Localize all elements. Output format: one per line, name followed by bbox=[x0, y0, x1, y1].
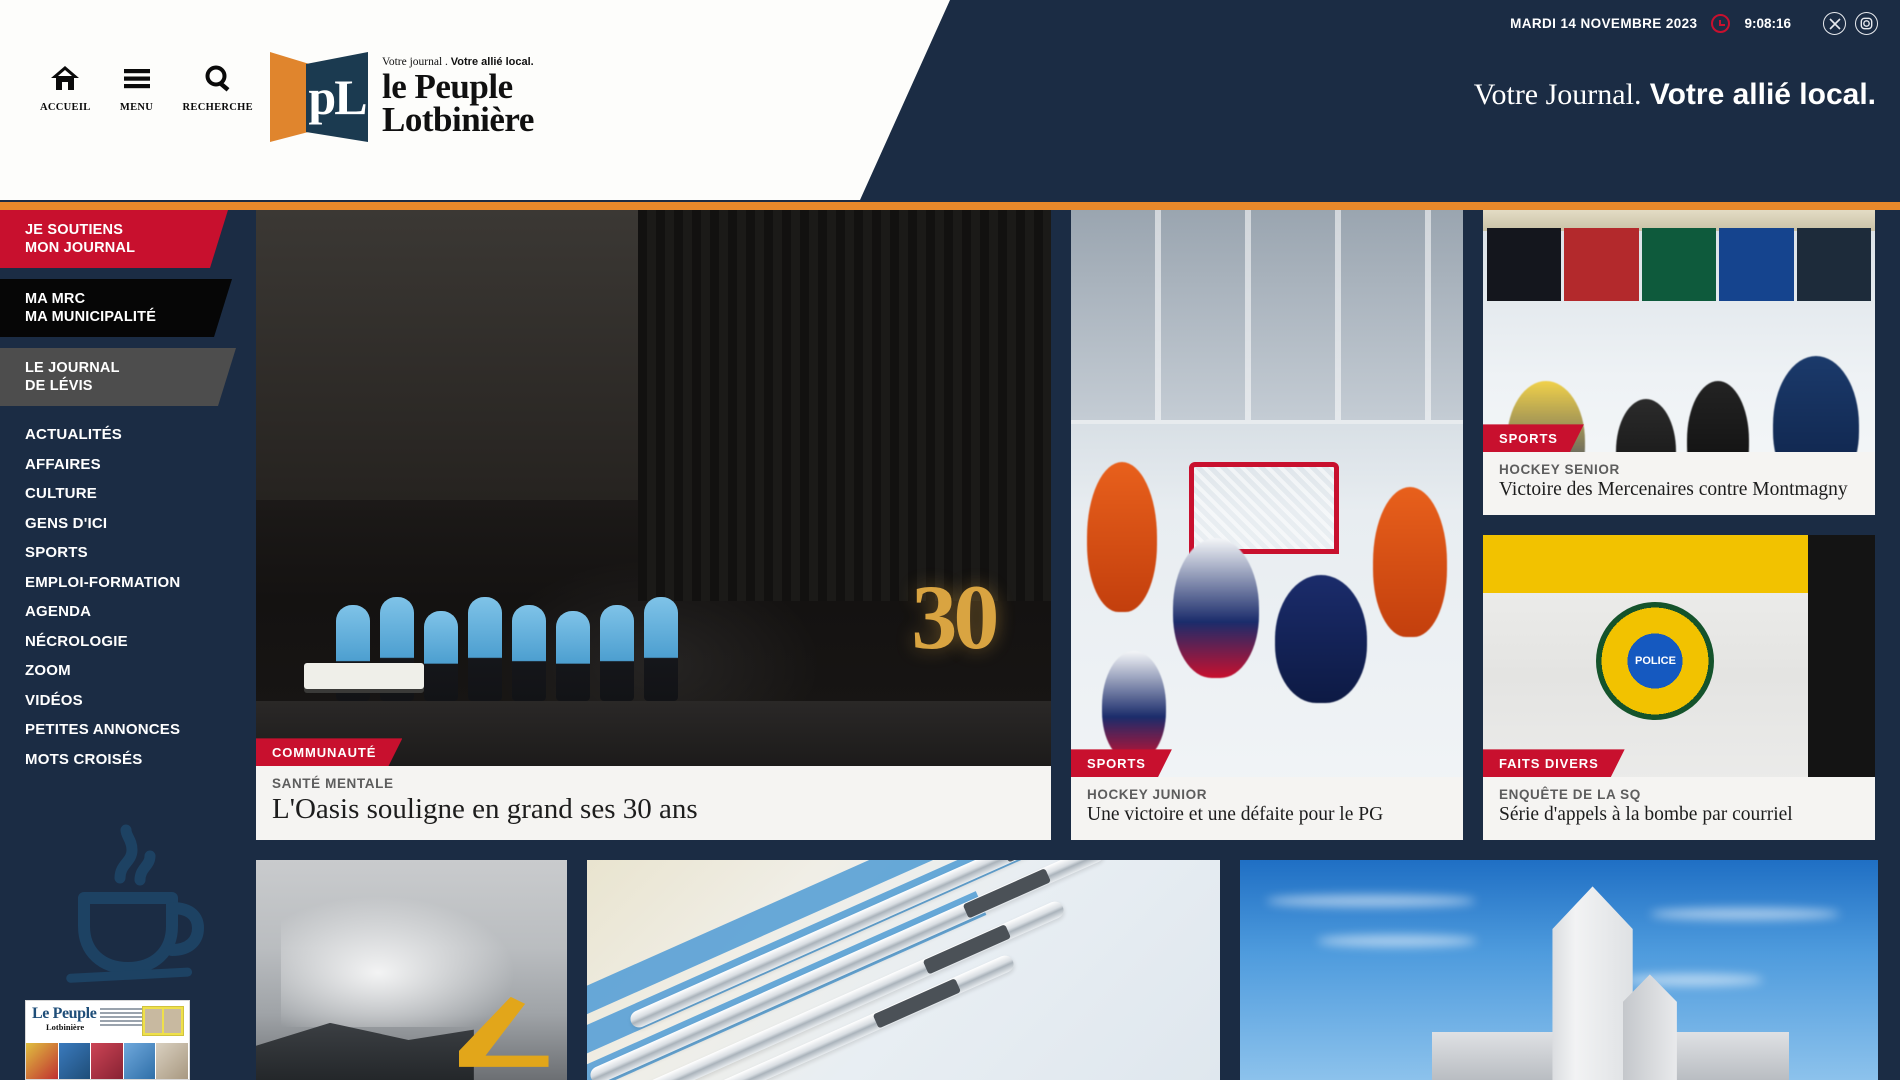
article-grid: 30 COMMUNAUTÉ SANTÉ MENTALE L'Oasis soul… bbox=[248, 210, 1900, 1080]
nav-menu[interactable]: MENU bbox=[117, 58, 157, 113]
right-top-kicker: HOCKEY SENIOR bbox=[1499, 462, 1620, 478]
current-date: MARDI 14 NOVEMBRE 2023 bbox=[1510, 16, 1698, 31]
sidebar-item-mots-croises[interactable]: MOTS CROISÉS bbox=[25, 745, 248, 775]
clock-icon bbox=[1711, 14, 1731, 33]
sidebar-promo-journal-de-levis[interactable]: LE JOURNAL DE LÉVIS bbox=[0, 348, 236, 406]
header-nav-icons: ACCUEIL MENU RECHERCHE bbox=[40, 58, 253, 113]
paper-thumb-text-lines bbox=[100, 1008, 148, 1028]
mid-photo bbox=[1071, 210, 1463, 840]
hamburger-menu-icon bbox=[117, 58, 157, 98]
promo-1-line1: JE SOUTIENS bbox=[25, 221, 124, 238]
current-time: 9:08:16 bbox=[1744, 16, 1791, 31]
nav-accueil-label: ACCUEIL bbox=[40, 102, 91, 113]
right-top-badge: SPORTS bbox=[1483, 424, 1584, 452]
x-twitter-icon[interactable] bbox=[1823, 12, 1846, 35]
sidebar-promo-je-soutiens[interactable]: JE SOUTIENS MON JOURNAL bbox=[0, 210, 228, 268]
mid-kicker: HOCKEY JUNIOR bbox=[1087, 787, 1208, 803]
header-slogan-bold: Votre allié local. bbox=[1649, 78, 1876, 111]
sidebar-item-zoom[interactable]: ZOOM bbox=[25, 656, 248, 686]
bottom-3-photo bbox=[1240, 860, 1879, 1080]
logo-monogram: pL bbox=[308, 69, 367, 125]
header-right-panel: MARDI 14 NOVEMBRE 2023 9:08:16 Votre Jou… bbox=[1200, 0, 1900, 200]
logo-title-line2: Lotbinière bbox=[382, 100, 534, 140]
mid-caption: SPORTS HOCKEY JUNIOR Une victoire et une… bbox=[1071, 777, 1463, 840]
sidebar-item-sports[interactable]: SPORTS bbox=[25, 538, 248, 568]
sidebar-item-necrologie[interactable]: NÉCROLOGIE bbox=[25, 627, 248, 657]
promo-2-line1: MA MRC bbox=[25, 290, 86, 307]
home-icon bbox=[45, 58, 85, 98]
right-bottom-kicker: ENQUÊTE DE LA SQ bbox=[1499, 787, 1641, 803]
nav-recherche[interactable]: RECHERCHE bbox=[183, 58, 253, 113]
site-logo[interactable]: pL Votre journal . Votre allié local. le… bbox=[270, 52, 534, 142]
header-slogan-thin: Votre Journal. bbox=[1473, 78, 1642, 111]
social-links bbox=[1823, 12, 1878, 35]
right-bottom-headline: Série d'appels à la bombe par courriel bbox=[1499, 804, 1793, 826]
sidebar: JE SOUTIENS MON JOURNAL MA MRC MA MUNICI… bbox=[0, 210, 248, 1080]
sidebar-item-affaires[interactable]: AFFAIRES bbox=[25, 450, 248, 480]
right-column: SPORTS HOCKEY SENIOR Victoire des Mercen… bbox=[1483, 210, 1875, 840]
logo-mark-icon: pL bbox=[270, 52, 370, 142]
logo-title-line1: le Peuple bbox=[382, 67, 513, 106]
article-card-feature[interactable]: 30 COMMUNAUTÉ SANTÉ MENTALE L'Oasis soul… bbox=[256, 210, 1051, 840]
feature-badge: COMMUNAUTÉ bbox=[256, 738, 402, 766]
promo-3-line2: DE LÉVIS bbox=[25, 378, 93, 394]
right-bottom-caption: FAITS DIVERS ENQUÊTE DE LA SQ Série d'ap… bbox=[1483, 777, 1875, 840]
paper-thumb-photos bbox=[26, 1043, 189, 1079]
sidebar-item-culture[interactable]: CULTURE bbox=[25, 479, 248, 509]
feature-headline: L'Oasis souligne en grand ses 30 ans bbox=[272, 793, 698, 826]
right-top-headline: Victoire des Mercenaires contre Montmagn… bbox=[1499, 479, 1848, 501]
paper-thumb-ad bbox=[142, 1006, 184, 1036]
article-card-bottom-3[interactable] bbox=[1240, 860, 1879, 1080]
instagram-icon[interactable] bbox=[1855, 12, 1878, 35]
article-card-mid[interactable]: SPORTS HOCKEY JUNIOR Une victoire et une… bbox=[1071, 210, 1463, 840]
logo-wordmark: le Peuple Lotbinière bbox=[382, 67, 534, 140]
nav-accueil[interactable]: ACCUEIL bbox=[40, 58, 91, 113]
page-body: JE SOUTIENS MON JOURNAL MA MRC MA MUNICI… bbox=[0, 210, 1900, 1080]
feature-column: 30 COMMUNAUTÉ SANTÉ MENTALE L'Oasis soul… bbox=[256, 210, 1051, 840]
mid-column: SPORTS HOCKEY JUNIOR Une victoire et une… bbox=[1071, 210, 1463, 840]
promo-1-line2: MON JOURNAL bbox=[25, 240, 136, 256]
search-icon bbox=[198, 58, 238, 98]
sidebar-item-agenda[interactable]: AGENDA bbox=[25, 597, 248, 627]
right-top-caption: SPORTS HOCKEY SENIOR Victoire des Mercen… bbox=[1483, 452, 1875, 515]
article-row-top: 30 COMMUNAUTÉ SANTÉ MENTALE L'Oasis soul… bbox=[256, 210, 1878, 840]
mid-badge: SPORTS bbox=[1071, 749, 1172, 777]
site-header: ACCUEIL MENU RECHERCHE pL Votre journal … bbox=[0, 0, 1900, 210]
article-card-bottom-2[interactable] bbox=[587, 860, 1221, 1080]
sidebar-item-actualites[interactable]: ACTUALITÉS bbox=[25, 420, 248, 450]
article-row-bottom bbox=[256, 860, 1879, 1080]
header-slogan: Votre Journal. Votre allié local. bbox=[1474, 78, 1876, 112]
sidebar-item-gens-dici[interactable]: GENS D'ICI bbox=[25, 509, 248, 539]
feature-photo-balloons: 30 bbox=[911, 565, 999, 668]
sidebar-item-emploi-formation[interactable]: EMPLOI-FORMATION bbox=[25, 568, 248, 598]
article-card-right-top[interactable]: SPORTS HOCKEY SENIOR Victoire des Mercen… bbox=[1483, 210, 1875, 515]
sidebar-item-videos[interactable]: VIDÉOS bbox=[25, 686, 248, 716]
mid-headline: Une victoire et une défaite pour le PG bbox=[1087, 804, 1384, 826]
coffee-cup-icon bbox=[48, 822, 208, 992]
newspaper-edition-thumbnail[interactable]: Le Peuple Lotbinière bbox=[25, 1000, 190, 1080]
sidebar-item-petites-annonces[interactable]: PETITES ANNONCES bbox=[25, 715, 248, 745]
sidebar-menu: ACTUALITÉS AFFAIRES CULTURE GENS D'ICI S… bbox=[0, 420, 248, 774]
article-card-right-bottom[interactable]: POLICE FAITS DIVERS ENQUÊTE DE LA SQ Sér… bbox=[1483, 535, 1875, 840]
sidebar-promo-ma-mrc[interactable]: MA MRC MA MUNICIPALITÉ bbox=[0, 279, 232, 337]
nav-recherche-label: RECHERCHE bbox=[182, 102, 253, 113]
article-card-bottom-1[interactable] bbox=[256, 860, 568, 1080]
header-orange-divider bbox=[0, 202, 1900, 210]
bottom-1-photo bbox=[256, 860, 568, 1080]
sq-police-badge-icon: POLICE bbox=[1596, 602, 1715, 721]
feature-kicker: SANTÉ MENTALE bbox=[272, 776, 394, 792]
header-topbar: MARDI 14 NOVEMBRE 2023 9:08:16 bbox=[1510, 12, 1878, 35]
promo-3-line1: LE JOURNAL bbox=[25, 359, 120, 376]
right-bottom-badge: FAITS DIVERS bbox=[1483, 749, 1625, 777]
promo-2-line2: MA MUNICIPALITÉ bbox=[25, 309, 157, 325]
nav-menu-label: MENU bbox=[119, 102, 154, 113]
feature-caption: COMMUNAUTÉ SANTÉ MENTALE L'Oasis soulign… bbox=[256, 766, 1051, 840]
bottom-2-photo bbox=[587, 860, 1221, 1080]
